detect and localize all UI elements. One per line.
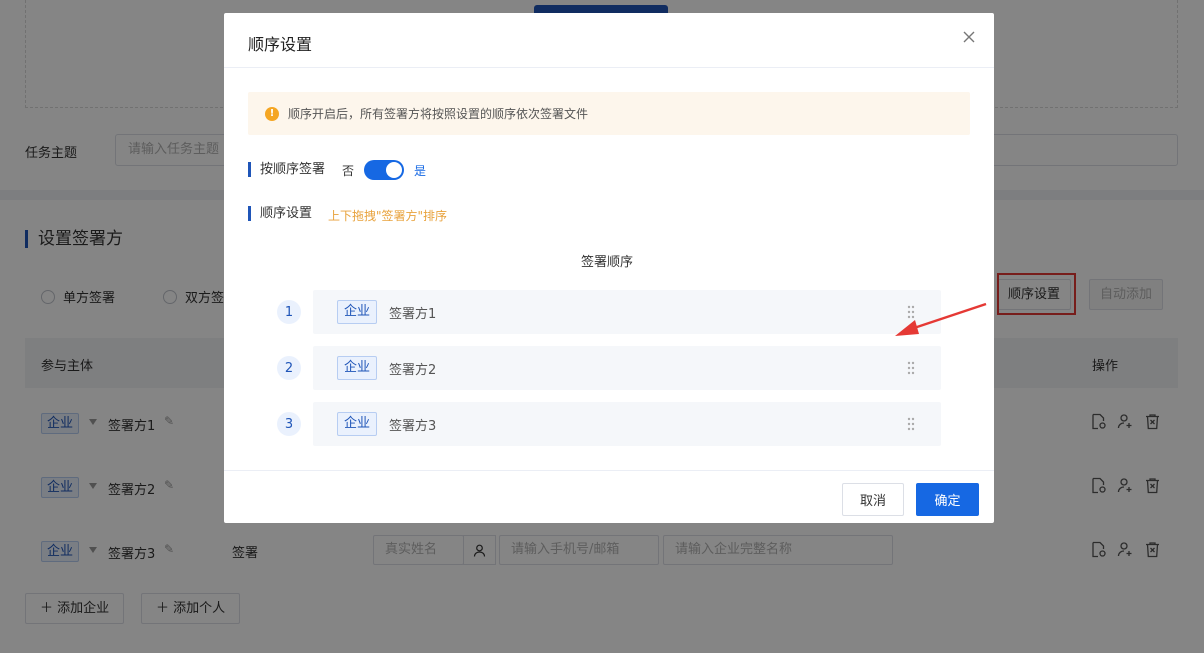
close-icon[interactable] — [961, 29, 977, 45]
notice-text: 顺序开启后，所有签署方将按照设置的顺序依次签署文件 — [288, 107, 589, 121]
order-item-card[interactable]: 企业 签署方1 — [313, 290, 941, 334]
order-index: 3 — [277, 412, 301, 436]
order-item-card[interactable]: 企业 签署方3 — [313, 402, 941, 446]
order-item[interactable]: 1 企业 签署方1 — [277, 290, 941, 334]
order-item-name: 签署方3 — [389, 419, 437, 434]
order-item[interactable]: 3 企业 签署方3 — [277, 402, 941, 446]
order-settings-dialog: 顺序设置 ! 顺序开启后，所有签署方将按照设置的顺序依次签署文件 按顺序签署 否… — [224, 13, 994, 523]
order-column-header: 签署顺序 — [581, 255, 634, 270]
drag-handle-icon[interactable] — [907, 361, 915, 375]
sequential-sign-label: 按顺序签署 — [248, 162, 325, 177]
order-index: 1 — [277, 300, 301, 324]
order-item-name: 签署方1 — [389, 307, 437, 322]
toggle-knob — [386, 162, 402, 178]
order-item-tag: 企业 — [337, 356, 378, 380]
toggle-off-label: 否 — [342, 164, 355, 178]
notice-banner: ! 顺序开启后，所有签署方将按照设置的顺序依次签署文件 — [248, 92, 970, 135]
order-item-tag: 企业 — [337, 412, 378, 436]
arrow-annotation-icon — [895, 302, 987, 336]
order-item-tag: 企业 — [337, 300, 378, 324]
order-item[interactable]: 2 企业 签署方2 — [277, 346, 941, 390]
order-index: 2 — [277, 356, 301, 380]
dialog-header: 顺序设置 — [224, 13, 994, 68]
sequential-toggle[interactable] — [364, 160, 404, 180]
order-item-name: 签署方2 — [389, 363, 437, 378]
order-settings-label: 顺序设置 — [248, 206, 312, 221]
cancel-button[interactable]: 取消 — [842, 483, 904, 516]
warning-icon: ! — [265, 106, 279, 121]
drag-hint: 上下拖拽"签署方"排序 — [328, 209, 448, 223]
dialog-footer: 取消 确定 — [224, 470, 994, 523]
toggle-on-label: 是 — [414, 164, 427, 178]
dialog-title: 顺序设置 — [248, 35, 313, 54]
confirm-button[interactable]: 确定 — [916, 483, 979, 516]
drag-handle-icon[interactable] — [907, 417, 915, 431]
order-item-card[interactable]: 企业 签署方2 — [313, 346, 941, 390]
